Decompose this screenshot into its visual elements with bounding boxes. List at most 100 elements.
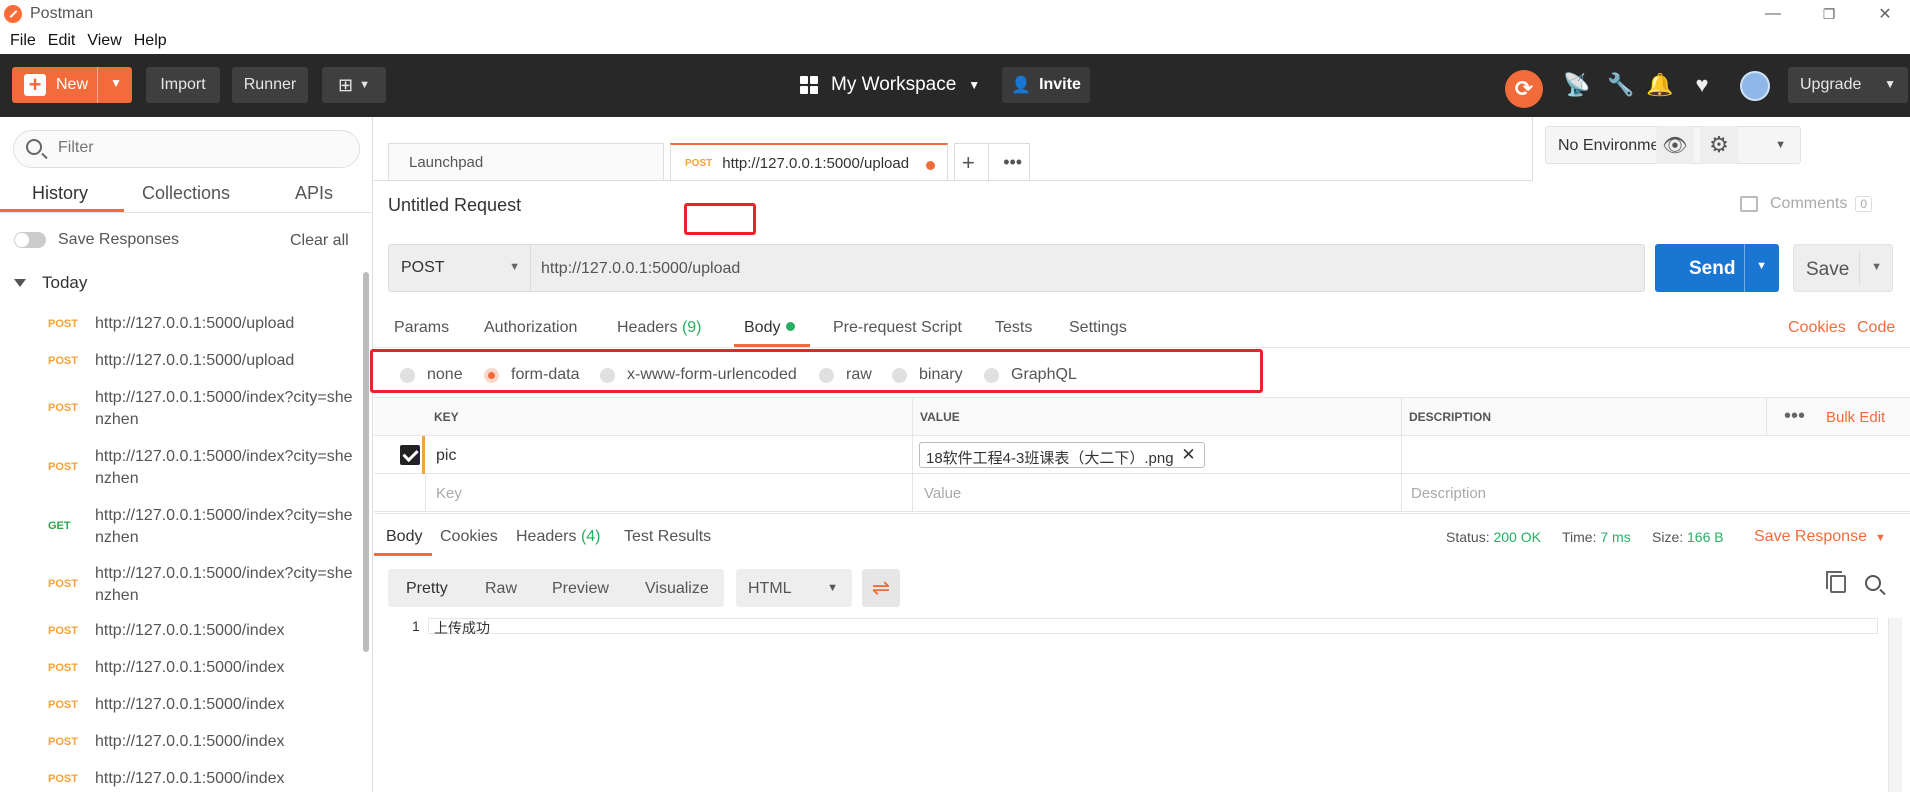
language-select[interactable]: HTML ▼ <box>736 569 852 607</box>
tab-history[interactable]: History <box>32 183 88 204</box>
filter-input[interactable] <box>58 139 338 157</box>
tab-launchpad[interactable]: Launchpad <box>388 143 664 181</box>
gear-icon[interactable]: ⚙ <box>1700 126 1738 164</box>
description-field[interactable]: Description <box>1411 485 1486 502</box>
response-content[interactable]: 上传成功 <box>434 618 490 638</box>
tab-tests[interactable]: Tests <box>995 319 1032 337</box>
method-badge: POST <box>48 773 78 785</box>
copy-icon[interactable] <box>1826 571 1846 593</box>
group-label: Today <box>42 273 88 292</box>
postman-window: Postman — ❐ ✕ File Edit View Help + New … <box>0 0 1910 792</box>
comments-label: Comments <box>1770 195 1848 212</box>
tab-authorization[interactable]: Authorization <box>484 319 577 337</box>
method-select[interactable]: POST ▼ <box>389 245 531 291</box>
menu-bar: File Edit View Help <box>0 28 1910 54</box>
save-label: Save <box>1806 259 1850 280</box>
file-chip[interactable]: 18软件工程4-3班课表（大二下）.png ✕ <box>919 442 1205 468</box>
response-editor[interactable]: 1 上传成功 <box>388 618 1902 792</box>
menu-view[interactable]: View <box>81 32 127 50</box>
chevron-down-icon: ▼ <box>359 79 370 91</box>
response-tab-test-results[interactable]: Test Results <box>624 528 711 546</box>
code-link[interactable]: Code <box>1857 319 1895 337</box>
minimize-button[interactable]: — <box>1745 0 1801 28</box>
satellite-icon[interactable]: 📡 <box>1562 70 1592 100</box>
history-url: http://127.0.0.1:5000/index?city=shenzhe… <box>95 389 353 428</box>
workspace-selector[interactable]: My Workspace ▼ <box>800 67 980 103</box>
tab-pre-request-script[interactable]: Pre-request Script <box>833 319 962 337</box>
sync-icon[interactable]: ⟳ <box>1505 70 1543 108</box>
comment-icon <box>1740 196 1758 212</box>
save-response-button[interactable]: Save Response ▼ <box>1754 528 1886 546</box>
tab-apis[interactable]: APIs <box>295 183 333 204</box>
menu-help[interactable]: Help <box>128 32 173 50</box>
send-button[interactable]: Send ▼ <box>1655 244 1779 292</box>
cookies-link[interactable]: Cookies <box>1788 319 1846 337</box>
language-label: HTML <box>748 580 792 597</box>
toggle-switch[interactable] <box>14 232 46 248</box>
chevron-down-icon[interactable]: ▼ <box>110 76 122 90</box>
close-button[interactable]: ✕ <box>1857 0 1910 28</box>
time-label: Time: <box>1562 529 1597 545</box>
filter-box[interactable] <box>13 130 360 168</box>
new-button[interactable]: + New ▼ <box>12 67 132 103</box>
chevron-down-icon[interactable]: ▼ <box>1871 261 1882 273</box>
runner-button[interactable]: Runner <box>232 67 308 103</box>
row-checkbox[interactable] <box>400 445 420 465</box>
tab-params[interactable]: Params <box>394 319 449 337</box>
close-icon[interactable]: ✕ <box>1181 445 1195 465</box>
invite-button[interactable]: 👤 Invite <box>1002 67 1090 103</box>
editor-scrollbar[interactable] <box>1888 618 1902 792</box>
invite-label: Invite <box>1039 76 1081 93</box>
value-field[interactable]: Value <box>924 485 961 502</box>
history-url: http://127.0.0.1:5000/index?city=shenzhe… <box>95 507 353 546</box>
divider <box>1859 251 1860 285</box>
format-pretty[interactable]: Pretty <box>406 580 448 598</box>
request-title[interactable]: Untitled Request <box>388 195 521 216</box>
bulk-edit-link[interactable]: Bulk Edit <box>1826 409 1885 426</box>
upgrade-button[interactable]: Upgrade ▼ <box>1788 67 1908 103</box>
heart-icon[interactable]: ♥ <box>1687 70 1717 100</box>
avatar[interactable] <box>1740 71 1770 101</box>
restore-button[interactable]: ❐ <box>1801 0 1857 28</box>
chevron-down-icon: ▼ <box>1874 532 1886 544</box>
key-field[interactable]: Key <box>436 485 462 502</box>
history-url: http://127.0.0.1:5000/index <box>95 622 285 639</box>
sidebar-scrollbar[interactable] <box>363 272 369 652</box>
tab-active-request[interactable]: POST http://127.0.0.1:5000/upload <box>670 143 948 181</box>
active-line <box>428 618 1878 634</box>
clear-all-button[interactable]: Clear all <box>290 232 349 250</box>
key-cell[interactable]: pic <box>436 447 456 465</box>
new-window-button[interactable]: ⊞ ▼ <box>322 67 386 103</box>
chevron-down-icon[interactable]: ▼ <box>1756 260 1767 272</box>
response-tab-headers[interactable]: Headers (4) <box>516 528 601 546</box>
format-preview[interactable]: Preview <box>552 580 609 598</box>
more-icon[interactable]: ••• <box>1003 152 1022 173</box>
divider <box>1766 397 1767 436</box>
bell-icon[interactable]: 🔔 <box>1645 70 1675 100</box>
tab-collections[interactable]: Collections <box>142 183 230 204</box>
menu-edit[interactable]: Edit <box>42 32 82 50</box>
save-button[interactable]: Save ▼ <box>1793 244 1893 292</box>
status-dot-icon <box>786 322 796 331</box>
tab-settings[interactable]: Settings <box>1069 319 1127 337</box>
wrench-icon[interactable]: 🔧 <box>1606 70 1636 100</box>
history-group-today[interactable]: Today <box>14 273 87 293</box>
save-responses-toggle[interactable]: Save Responses <box>14 231 179 249</box>
more-icon[interactable]: ••• <box>1784 405 1805 428</box>
response-tab-body[interactable]: Body <box>386 528 422 546</box>
url-input[interactable]: http://127.0.0.1:5000/upload <box>541 260 740 278</box>
eye-icon[interactable]: 👁 <box>1656 126 1694 164</box>
wrap-lines-icon[interactable]: ⇌ <box>862 569 900 607</box>
plus-icon: + <box>24 74 46 96</box>
format-raw[interactable]: Raw <box>485 580 517 598</box>
search-icon[interactable] <box>1865 575 1881 591</box>
import-button[interactable]: Import <box>146 67 220 103</box>
method-badge: POST <box>685 157 713 169</box>
format-visualize[interactable]: Visualize <box>645 580 709 598</box>
plus-icon[interactable]: + <box>962 150 975 176</box>
menu-file[interactable]: File <box>4 32 42 50</box>
response-tab-cookies[interactable]: Cookies <box>440 528 498 546</box>
tab-headers[interactable]: Headers (9) <box>617 319 702 337</box>
comments-button[interactable]: Comments 0 <box>1740 195 1873 213</box>
tab-body[interactable]: Body <box>744 319 796 337</box>
